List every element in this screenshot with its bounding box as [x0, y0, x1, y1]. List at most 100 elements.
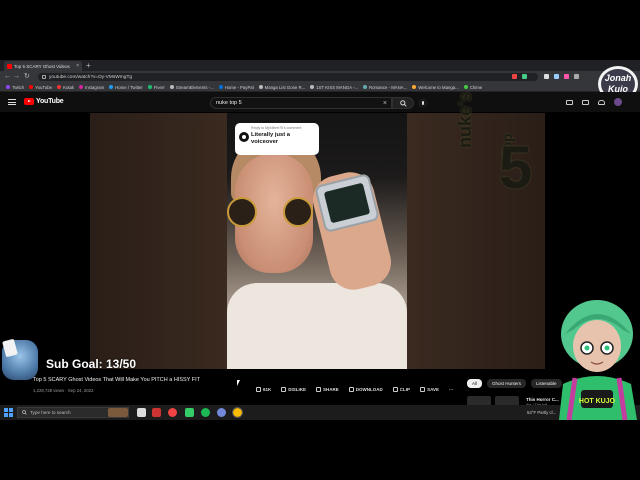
bookmark-item[interactable]: Romance - MANA... — [363, 85, 407, 90]
new-tab-icon[interactable]: + — [86, 61, 91, 70]
youtube-play-icon — [24, 98, 34, 105]
create-video-icon[interactable] — [582, 100, 589, 105]
bookmark-label: Twitch — [12, 84, 25, 90]
address-bar[interactable]: youtube.com/watch?v=Dy-VMsWmgTg — [38, 73, 538, 81]
bookmark-favicon-icon — [310, 85, 315, 89]
extension-icon[interactable] — [574, 74, 579, 79]
overlay-nukes: nuke's — [455, 91, 475, 148]
bookmark-item[interactable]: Home / Twitter — [109, 85, 143, 90]
bookmark-item[interactable]: Welcome to Manga... — [412, 85, 459, 90]
extension-icon[interactable] — [512, 74, 517, 79]
bookmark-label: YouTube — [35, 84, 53, 90]
extension-icon[interactable] — [544, 74, 549, 79]
bookmark-favicon-icon — [147, 85, 152, 89]
search-input[interactable]: nuke top 5 × — [210, 97, 392, 109]
menu-icon[interactable] — [8, 99, 16, 105]
taskbar-widget-icon[interactable] — [108, 408, 128, 417]
extension-icon[interactable] — [564, 74, 569, 79]
bookmark-favicon-icon — [218, 85, 223, 89]
search-button[interactable] — [392, 97, 414, 109]
bookmark-item[interactable]: Home - PayPal — [218, 85, 254, 90]
bookmark-item[interactable]: YouTube — [29, 85, 52, 90]
save-button[interactable]: SAVE — [420, 387, 439, 392]
youtube-favicon-icon — [7, 63, 12, 69]
spotify-icon[interactable] — [201, 408, 210, 417]
taskbar-app-icon[interactable] — [185, 408, 194, 417]
notifications-bell-icon[interactable] — [598, 100, 605, 105]
discord-icon[interactable] — [217, 408, 226, 417]
bookmark-label: Fiverr — [153, 84, 165, 90]
extension-icon[interactable] — [554, 74, 559, 79]
download-icon — [348, 387, 354, 392]
mouse-cursor — [237, 380, 240, 386]
clear-search-icon[interactable]: × — [383, 100, 391, 107]
clip-label: CLIP — [399, 387, 411, 392]
clip-button[interactable]: CLIP — [392, 387, 411, 392]
vtuber-avatar: HOT KUJO — [559, 300, 637, 420]
reply-comment-bubble: Reply to MyNtbrrr75's comment Literally … — [235, 123, 319, 155]
video-meta: 1,228,728 views · Sep 24, 2022 — [33, 388, 94, 393]
download-label: DOWNLOAD — [355, 387, 383, 392]
bookmark-item[interactable]: Kotak — [57, 85, 74, 90]
bookmark-favicon-icon — [109, 85, 114, 89]
taskbar-app-icon[interactable] — [152, 408, 161, 417]
youtube-logo[interactable]: YouTube — [24, 98, 64, 105]
chrome-icon[interactable] — [232, 407, 243, 418]
video-title: Top 5 SCARY Ghost Videos That Will Make … — [33, 377, 201, 383]
bookmarks-bar: Twitch YouTube Kotak Instagram Home / Twitte… — [0, 83, 640, 92]
download-button[interactable]: DOWNLOAD — [348, 387, 383, 392]
browser-tab[interactable]: Top 5 SCARY Ghost Videos × — [4, 61, 82, 71]
task-view-icon[interactable] — [137, 408, 146, 417]
like-button[interactable]: 61K — [256, 387, 271, 392]
screen: Top 5 SCARY Ghost Videos × + ← → ↻ youtu… — [0, 0, 640, 480]
playlist-add-icon — [420, 387, 426, 392]
taskbar-app-icon[interactable] — [168, 408, 177, 417]
bookmark-label: 1ST KISS MANGA -... — [316, 84, 358, 90]
bookmark-item[interactable]: Manga List Gone R... — [258, 84, 306, 90]
search-icon — [22, 410, 27, 415]
bookmark-favicon-icon — [258, 85, 263, 89]
more-actions-button[interactable]: ··· — [449, 387, 454, 392]
sub-goal-text: Sub Goal: 13/50 — [46, 357, 137, 371]
bookmark-item[interactable]: Fiverr — [147, 84, 165, 90]
scissors-icon — [392, 387, 398, 392]
extension-icon[interactable] — [522, 74, 527, 79]
share-icon — [316, 387, 322, 392]
bookmark-label: Home / Twitter — [115, 84, 143, 90]
chip-ghost-hunters[interactable]: Ghost Hunters — [487, 379, 527, 388]
windows-start-icon[interactable] — [4, 408, 13, 417]
bookmark-favicon-icon — [363, 85, 367, 89]
youtube-wordmark: YouTube — [36, 98, 64, 105]
cast-icon[interactable] — [566, 100, 573, 105]
voice-search-icon[interactable] — [418, 98, 428, 108]
dislike-button[interactable]: DISLIKE — [281, 387, 306, 392]
thumbs-up-icon — [256, 387, 261, 392]
recommendation-chips: All Ghost Hunters Listenable — [467, 379, 562, 388]
reload-icon[interactable]: ↻ — [24, 72, 30, 82]
like-count: 61K — [263, 387, 272, 392]
search-query: nuke top 5 — [216, 100, 242, 106]
bookmark-favicon-icon — [169, 85, 174, 89]
tab-title: Top 5 SCARY Ghost Videos — [14, 63, 70, 69]
overlay-number: 5 — [499, 134, 533, 201]
weather-widget[interactable]: 53°F Partly cl... — [527, 410, 556, 415]
bookmark-item[interactable]: Instagram — [79, 85, 104, 90]
chip-all[interactable]: All — [467, 379, 483, 388]
back-arrow-icon[interactable]: ← — [4, 72, 11, 82]
bookmark-item[interactable]: 1ST KISS MANGA -... — [310, 85, 358, 90]
bookmark-item[interactable]: Chime — [463, 85, 482, 90]
bookmark-item[interactable]: Twitch — [6, 85, 24, 90]
svg-text:Jonah: Jonah — [605, 73, 632, 83]
forward-arrow-icon[interactable]: → — [13, 72, 20, 82]
share-label: SHARE — [323, 387, 339, 392]
bookmark-item[interactable]: StreamElements -... — [169, 85, 214, 90]
taskbar-search-placeholder: Type here to search — [30, 410, 71, 415]
browser-tab-bar — [0, 60, 640, 71]
url-text: youtube.com/watch?v=Dy-VMsWmgTg — [49, 74, 133, 80]
bookmark-label: Manga List Gone R... — [264, 84, 306, 90]
share-button[interactable]: SHARE — [316, 387, 339, 392]
video-player[interactable]: Reply to MyNtbrrr75's comment Literally … — [227, 113, 407, 369]
close-tab-icon[interactable]: × — [76, 63, 79, 69]
bookmark-label: Welcome to Manga... — [418, 84, 459, 90]
account-avatar[interactable] — [614, 98, 622, 106]
